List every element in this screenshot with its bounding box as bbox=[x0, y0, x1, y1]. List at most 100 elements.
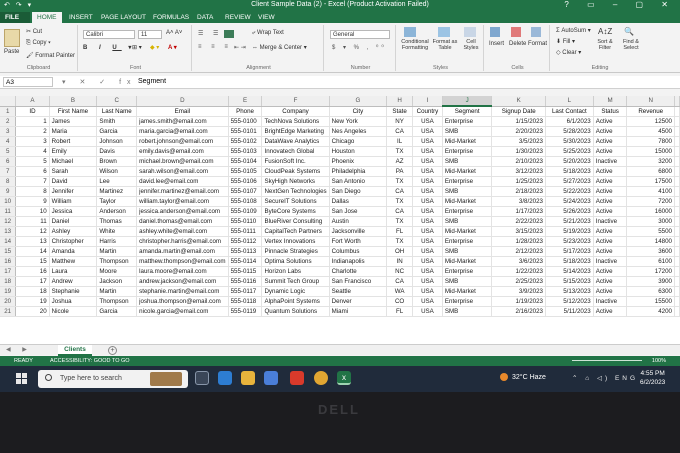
cell[interactable]: USA bbox=[412, 266, 443, 277]
cell[interactable]: 3200 bbox=[626, 156, 675, 167]
cell[interactable]: 3/8/2023 bbox=[491, 196, 546, 207]
cell[interactable]: Anderson bbox=[96, 206, 138, 217]
cell[interactable]: Charlotte bbox=[329, 266, 388, 277]
cell[interactable]: 3900 bbox=[626, 276, 675, 287]
cell[interactable]: 555-0117 bbox=[228, 286, 263, 297]
cell[interactable]: USA bbox=[412, 196, 443, 207]
cell[interactable]: OH bbox=[386, 246, 413, 257]
cell[interactable]: PA bbox=[386, 166, 413, 177]
cell[interactable]: Inactive bbox=[593, 156, 628, 167]
cell[interactable]: Philadelphia bbox=[329, 166, 388, 177]
cell[interactable] bbox=[674, 256, 680, 267]
cell[interactable]: 555-0119 bbox=[228, 306, 263, 317]
cell[interactable]: CA bbox=[386, 276, 413, 287]
column-header-h[interactable]: H bbox=[386, 96, 413, 107]
window-controls[interactable]: ? ▭ – ▢ ✕ bbox=[564, 0, 676, 9]
cell[interactable]: Inactive bbox=[593, 256, 628, 267]
cell[interactable]: Smith bbox=[96, 116, 138, 127]
cell[interactable]: Active bbox=[593, 276, 628, 287]
cell[interactable]: 2/20/2023 bbox=[491, 126, 546, 137]
cell[interactable]: michael.brown@email.com bbox=[136, 156, 229, 167]
cell[interactable]: william.taylor@email.com bbox=[136, 196, 229, 207]
cell[interactable]: 1 bbox=[15, 116, 50, 127]
header-cell[interactable]: Revenue bbox=[626, 106, 675, 117]
row-header[interactable]: 5 bbox=[0, 146, 17, 157]
row-header[interactable]: 15 bbox=[0, 246, 17, 257]
cell[interactable]: FL bbox=[386, 306, 413, 317]
cell[interactable]: San Jose bbox=[329, 206, 388, 217]
cell[interactable]: Active bbox=[593, 146, 628, 157]
cell[interactable]: CA bbox=[386, 206, 413, 217]
cell[interactable]: 5/15/2023 bbox=[545, 276, 594, 287]
cell[interactable]: Active bbox=[593, 236, 628, 247]
cell[interactable]: 2/12/2023 bbox=[491, 246, 546, 257]
header-cell[interactable]: Last Contact bbox=[545, 106, 594, 117]
cell[interactable]: Martinez bbox=[96, 186, 138, 197]
chrome-icon[interactable] bbox=[314, 371, 328, 385]
cell[interactable]: robert.johnson@email.com bbox=[136, 136, 229, 147]
cell[interactable]: 13 bbox=[15, 236, 50, 247]
cell[interactable]: 9 bbox=[15, 196, 50, 207]
cell[interactable]: USA bbox=[412, 276, 443, 287]
cell[interactable]: Active bbox=[593, 116, 628, 127]
conditional-formatting-icon[interactable] bbox=[404, 27, 416, 37]
cell[interactable]: 5/23/2023 bbox=[545, 236, 594, 247]
cell[interactable]: CA bbox=[386, 126, 413, 137]
row-header[interactable]: 9 bbox=[0, 186, 17, 197]
cell[interactable]: USA bbox=[412, 206, 443, 217]
cell[interactable]: 5/26/2023 bbox=[545, 206, 594, 217]
cell[interactable]: 5/18/2023 bbox=[545, 256, 594, 267]
row-header[interactable]: 14 bbox=[0, 236, 17, 247]
column-header-c[interactable]: C bbox=[96, 96, 138, 107]
cell[interactable]: USA bbox=[412, 216, 443, 227]
cell[interactable]: Thomas bbox=[96, 216, 138, 227]
cell[interactable]: Active bbox=[593, 226, 628, 237]
column-header-i[interactable]: I bbox=[412, 96, 443, 107]
cell[interactable]: Dynamic Logic bbox=[261, 286, 330, 297]
add-sheet-button[interactable]: + bbox=[108, 346, 117, 355]
cell[interactable]: 3 bbox=[15, 136, 50, 147]
cell[interactable]: 2/10/2023 bbox=[491, 156, 546, 167]
fill-button[interactable]: ⬇ Fill ▾ bbox=[556, 38, 575, 45]
cell[interactable]: 7800 bbox=[626, 136, 675, 147]
cell[interactable]: 4 bbox=[15, 146, 50, 157]
cell[interactable]: 555-0108 bbox=[228, 196, 263, 207]
cell[interactable] bbox=[674, 226, 680, 237]
sheet-tab-clients[interactable]: Clients bbox=[58, 345, 92, 356]
cell[interactable]: SMB bbox=[442, 306, 493, 317]
wrap-text-button[interactable]: ⤶ Wrap Text bbox=[252, 30, 284, 37]
cell[interactable]: 2/18/2023 bbox=[491, 186, 546, 197]
cell[interactable]: SMB bbox=[442, 126, 493, 137]
cell[interactable]: Jacksonville bbox=[329, 226, 388, 237]
cell[interactable]: Active bbox=[593, 196, 628, 207]
cell[interactable]: Jennifer bbox=[49, 186, 98, 197]
clear-button[interactable]: ◇ Clear ▾ bbox=[556, 49, 581, 56]
insert-cells-button[interactable]: Insert bbox=[489, 41, 504, 47]
cell[interactable]: Pinnacle Strategies bbox=[261, 246, 330, 257]
cell[interactable]: 555-0113 bbox=[228, 246, 263, 257]
edge-browser-icon[interactable] bbox=[218, 371, 232, 385]
cell[interactable]: 11 bbox=[15, 216, 50, 227]
cell[interactable]: SMB bbox=[442, 216, 493, 227]
cell[interactable]: david.lee@email.com bbox=[136, 176, 229, 187]
cell[interactable]: 555-0110 bbox=[228, 216, 263, 227]
cell[interactable]: 17 bbox=[15, 276, 50, 287]
cell[interactable]: BrightEdge Marketing bbox=[261, 126, 330, 137]
cell[interactable]: 5/28/2023 bbox=[545, 126, 594, 137]
column-header-b[interactable]: B bbox=[49, 96, 98, 107]
cell[interactable]: Amanda bbox=[49, 246, 98, 257]
cell[interactable]: Innovatech Global bbox=[261, 146, 330, 157]
cell[interactable]: Nes Angeles bbox=[329, 126, 388, 137]
cell[interactable]: 5/24/2023 bbox=[545, 196, 594, 207]
cell[interactable]: 5/12/2023 bbox=[545, 296, 594, 307]
cell[interactable]: Mid-Market bbox=[442, 166, 493, 177]
cell[interactable]: DataWave Analytics bbox=[261, 136, 330, 147]
cell[interactable]: 1/17/2023 bbox=[491, 206, 546, 217]
cell[interactable]: Vertex Innovations bbox=[261, 236, 330, 247]
copy-button[interactable]: ⎘ Copy ▾ bbox=[26, 40, 51, 47]
row-header[interactable]: 8 bbox=[0, 176, 17, 187]
row-header[interactable]: 19 bbox=[0, 286, 17, 297]
cell[interactable]: emily.davis@email.com bbox=[136, 146, 229, 157]
cell[interactable]: Andrew bbox=[49, 276, 98, 287]
row-header[interactable]: 12 bbox=[0, 216, 17, 227]
